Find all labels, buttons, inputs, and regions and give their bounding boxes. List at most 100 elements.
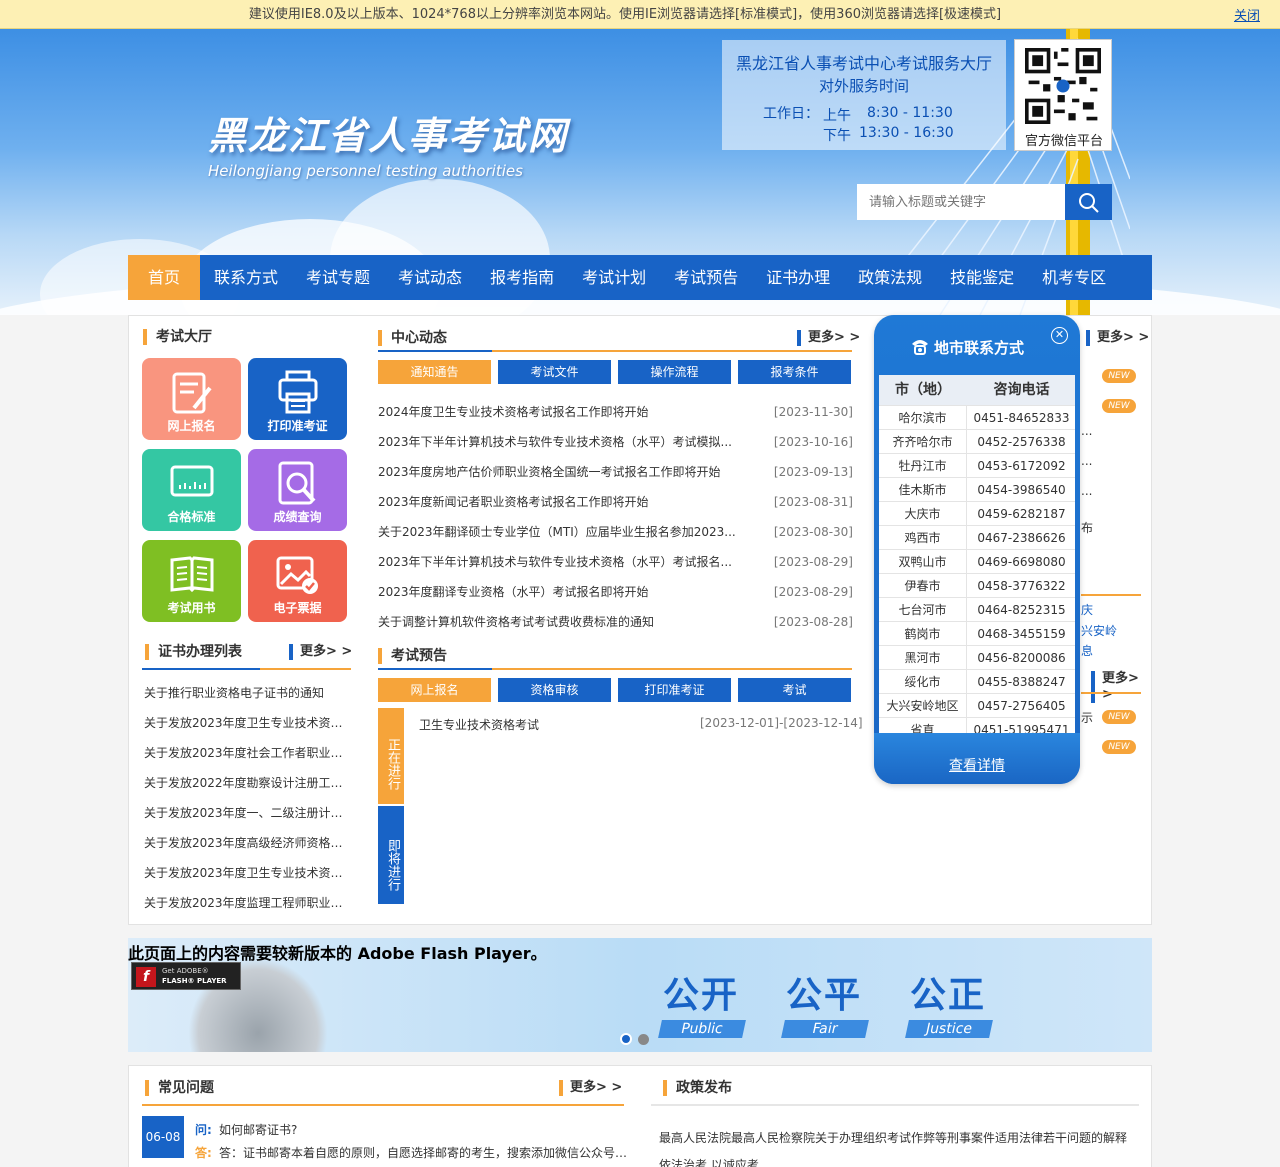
right-underline-2	[1081, 692, 1141, 694]
phone-icon	[912, 340, 928, 355]
nav-computer-exam[interactable]: 机考专区	[1028, 255, 1120, 300]
cert-more-link[interactable]: 更多> >	[289, 644, 352, 660]
city-contact-popup: 地市联系方式 ✕ 市（地） 咨询电话 哈尔滨市 0451-84652833 齐齐哈尔…	[874, 315, 1080, 784]
news-item[interactable]: 关于2023年翻译硕士专业学位（MTI）应届毕业生报名参加2023... [202…	[378, 522, 853, 542]
exam-hall-title: 考试大厅	[143, 329, 212, 345]
tile-label: 打印准考证	[267, 419, 328, 433]
city-contact-row: 大庆市 0459-6282187	[879, 501, 1075, 526]
tile-print-admission[interactable]: 打印准考证	[248, 358, 347, 440]
tile-label: 合格标准	[167, 510, 216, 524]
faq-more-link[interactable]: 更多> >	[559, 1080, 622, 1096]
popup-close-icon[interactable]: ✕	[1051, 327, 1068, 344]
cert-item[interactable]: 关于发放2023年度卫生专业技术资格考试合格证书的通知	[144, 864, 351, 881]
tab-online-registration[interactable]: 网上报名	[378, 678, 491, 702]
city-contact-row: 黑河市 0456-8200086	[879, 645, 1075, 670]
nav-exam-news[interactable]: 考试动态	[384, 255, 476, 300]
news-item[interactable]: 2023年下半年计算机技术与软件专业技术资格（水平）考试报名... [2023-0…	[378, 552, 853, 572]
news-more-link[interactable]: 更多> >	[797, 330, 860, 346]
city-name: 佳木斯市	[879, 478, 967, 502]
search-button[interactable]	[1065, 184, 1112, 220]
tile-label: 网上报名	[167, 419, 216, 433]
news-item[interactable]: 2023年度房地产估价师职业资格全国统一考试报名工作即将开始 [2023-09-1…	[378, 462, 853, 482]
faq-question[interactable]: 如何邮寄证书?	[219, 1121, 297, 1138]
nav-forecast[interactable]: 考试预告	[660, 255, 752, 300]
table-header: 市（地） 咨询电话	[879, 375, 1075, 405]
cert-item[interactable]: 关于发放2023年度社会工作者职业水平考试合格证书的通知	[144, 744, 351, 761]
nav-certificates[interactable]: 证书办理	[752, 255, 844, 300]
news-item[interactable]: 2024年度卫生专业技术资格考试报名工作即将开始 [2023-11-30]	[378, 402, 853, 422]
tab-exam[interactable]: 考试	[738, 678, 851, 702]
view-details-link[interactable]: 查看详情	[874, 755, 1080, 775]
city-contact-row: 鹤岗市 0468-3455159	[879, 621, 1075, 646]
search-input[interactable]	[857, 184, 1065, 220]
faq-q-label: 问:	[195, 1123, 212, 1137]
cert-item[interactable]: 关于发放2022年度勘察设计注册工程师资格考试合格证书的通知	[144, 774, 351, 791]
tile-label: 电子票据	[273, 601, 322, 615]
image-check-icon	[276, 556, 318, 594]
tab-notices[interactable]: 通知通告	[378, 360, 491, 384]
get-flash-button[interactable]: f Get ADOBE® FLASH® PLAYER	[131, 962, 241, 990]
city-phone: 0459-6282187	[977, 507, 1066, 521]
tile-e-receipt[interactable]: 电子票据	[248, 540, 347, 622]
open-book-icon	[170, 556, 214, 593]
carousel-dot[interactable]	[638, 1034, 649, 1045]
news-item[interactable]: 2023年度翻译专业资格（水平）考试报名即将开始 [2023-08-29]	[378, 582, 853, 602]
city-phone: 0469-6698080	[977, 555, 1066, 569]
tab-exam-docs[interactable]: 考试文件	[498, 360, 611, 384]
tab-procedures[interactable]: 操作流程	[618, 360, 731, 384]
browser-notice-bar: 建议使用IE8.0及以上版本、1024*768以上分辨率浏览本网站。使用IE浏览…	[0, 0, 1280, 29]
nav-skills[interactable]: 技能鉴定	[936, 255, 1028, 300]
nav-home[interactable]: 首页	[128, 255, 201, 300]
monitor-chart-icon	[170, 465, 214, 497]
tile-passing-standard[interactable]: 合格标准	[142, 449, 241, 531]
city-phone: 0456-8200086	[977, 651, 1066, 665]
flash-notice: 此页面上的内容需要较新版本的 Adobe Flash Player。	[128, 944, 547, 963]
tile-label: 成绩查询	[273, 510, 322, 524]
qr-code-icon[interactable]	[1025, 48, 1101, 124]
service-hall-title: 黑龙江省人事考试中心考试服务大厅	[735, 54, 992, 73]
tab-print-admission[interactable]: 打印准考证	[618, 678, 731, 702]
right-fragment: 布	[1081, 521, 1094, 535]
slogan-public: 公开	[663, 975, 740, 1016]
news-item[interactable]: 2023年下半年计算机技术与软件专业技术资格（水平）考试模拟... [2023-1…	[378, 432, 853, 452]
forecast-item-title[interactable]: 卫生专业技术资格考试	[419, 716, 539, 733]
printer-icon	[278, 370, 318, 414]
tile-online-registration[interactable]: 网上报名	[142, 358, 241, 440]
nav-guide[interactable]: 报考指南	[476, 255, 568, 300]
wechat-platform-label: 官方微信平台	[1024, 134, 1103, 149]
am-time: 8:30 - 11:30	[867, 105, 953, 121]
tile-score-query[interactable]: 成绩查询	[248, 449, 347, 531]
cert-item[interactable]: 关于发放2023年度高级经济师资格考试合格证书的通知	[144, 834, 351, 851]
tab-conditions[interactable]: 报考条件	[738, 360, 851, 384]
news-item[interactable]: 2023年度新闻记者职业资格考试报名工作即将开始 [2023-08-31]	[378, 492, 853, 512]
carousel-dot-active[interactable]	[620, 1033, 632, 1045]
tab-qualification-review[interactable]: 资格审核	[498, 678, 611, 702]
status-upcoming[interactable]: 即将进行	[378, 806, 404, 904]
policy-item[interactable]: 依法治考 以诚应考	[659, 1156, 1139, 1167]
tile-exam-books[interactable]: 考试用书	[142, 540, 241, 622]
city-phone: 0457-2756405	[977, 699, 1066, 713]
city-contact-row: 绥化市 0455-8388247	[879, 669, 1075, 694]
am-label: 上午	[823, 108, 851, 124]
right-more-link-2[interactable]: 更多> >	[1091, 671, 1151, 703]
cert-item[interactable]: 关于发放2023年度卫生专业技术资格考试合格证书的通知	[144, 714, 351, 731]
col-phone: 咨询电话	[993, 382, 1050, 398]
policy-item[interactable]: 最高人民法院最高人民检察院关于办理组织考试作弊等刑事案件适用法律若干问题的解释	[659, 1129, 1139, 1146]
nav-policy[interactable]: 政策法规	[844, 255, 936, 300]
cert-item[interactable]: 关于推行职业资格电子证书的通知	[144, 684, 351, 701]
status-ongoing[interactable]: 正在进行	[378, 708, 404, 804]
city-phone: 0455-8388247	[977, 675, 1066, 689]
cert-item[interactable]: 关于发放2023年度一、二级注册计量师资格考试合格证书的通知	[144, 804, 351, 821]
cert-item[interactable]: 关于发放2023年度监理工程师职业资格考试合格证书的通知	[144, 894, 351, 911]
nav-plan[interactable]: 考试计划	[568, 255, 660, 300]
faq-date-badge: 06-08	[142, 1116, 184, 1158]
nav-contact[interactable]: 联系方式	[200, 255, 292, 300]
news-item[interactable]: 关于调整计算机软件资格考试考试费收费标准的通知 [2023-08-28]	[378, 612, 853, 632]
nav-exam-topics[interactable]: 考试专题	[292, 255, 384, 300]
site-logo-title[interactable]: 黑龙江省人事考试网	[208, 105, 568, 160]
city-contact-row: 哈尔滨市 0451-84652833	[879, 405, 1075, 430]
service-hours-subtitle: 对外服务时间	[818, 77, 909, 95]
right-more-link[interactable]: 更多> >	[1086, 330, 1149, 346]
policy-underline	[651, 1104, 1139, 1106]
right-fragment: ...	[1081, 424, 1093, 438]
